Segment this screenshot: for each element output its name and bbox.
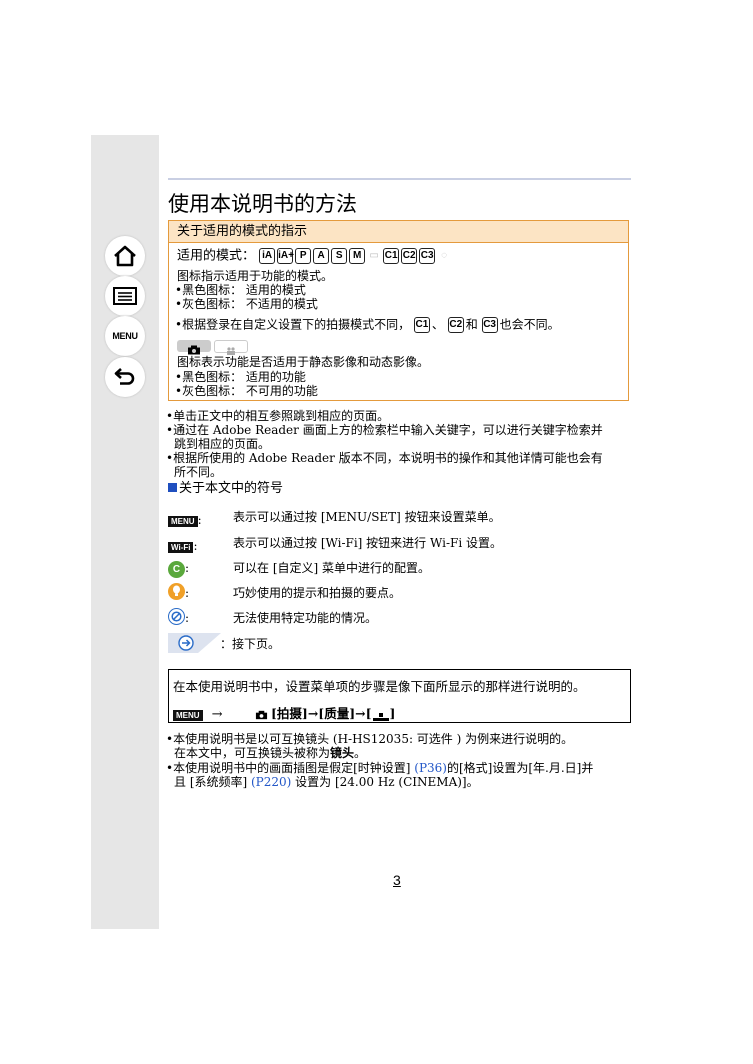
link-p36[interactable]: (P36): [414, 761, 447, 775]
c1-icon: C1: [413, 317, 430, 333]
mode-info-header: 关于适用的模式的指示: [169, 221, 628, 243]
function-grey-note: •灰色图标： 不可用的功能: [175, 384, 318, 398]
prohibited-icon: [168, 608, 185, 625]
mode-scene-icon: ◌: [441, 250, 448, 261]
menu-colon: :: [197, 513, 202, 527]
menu-tag: MENU: [168, 516, 198, 527]
wifi-symbol-row: Wi-Fi:: [168, 535, 198, 554]
note-1a: •本使用说明书是以可互换镜头 (H-HS12035: 可选件 ) 为例来进行说明…: [166, 732, 574, 746]
menu-button[interactable]: MENU: [105, 316, 145, 356]
menu-steps-box: 在本使用说明书中，设置菜单项的步骤是像下面所显示的那样进行说明的。 MENU →…: [168, 669, 631, 723]
steps-path-end: ]: [389, 706, 396, 721]
bullet-1: •单击正文中的相互参照跳到相应的页面。: [166, 409, 390, 423]
custom-note-end: 也会不同。: [499, 317, 560, 332]
mode-ia: iA: [259, 248, 276, 264]
tip-symbol-desc: 巧妙使用的提示和拍摄的要点。: [233, 586, 402, 600]
no-colon: :: [185, 611, 190, 625]
page-title: 使用本说明书的方法: [168, 192, 357, 216]
tip-symbol-row: :: [168, 582, 189, 601]
symbols-heading: 关于本文中的符号: [168, 481, 283, 497]
wifi-colon: :: [193, 539, 198, 553]
note-2a-tail: 的[格式]设置为[年.月.日]并: [446, 761, 594, 775]
mode-p: P: [295, 248, 312, 264]
custom-sep2: 和: [465, 317, 478, 332]
mode-movie-icon: ▭: [369, 250, 379, 261]
bullet-3a: •根据所使用的 Adobe Reader 版本不同，本说明书的操作和其他详情可能…: [166, 451, 603, 465]
custom-symbol-desc: 可以在 [自定义] 菜单中进行的配置。: [233, 561, 430, 575]
modes-row: 适用的模式： iA iA+ P A S M ▭ C1 C2 C3 ◌: [177, 248, 453, 265]
note-2b: 且 [系统频率] (P220) 设置为 [24.00 Hz (CINEMA)]。: [174, 775, 479, 789]
link-p220[interactable]: (P220): [251, 775, 291, 789]
mode-ia-plus: iA+: [277, 248, 294, 264]
quality-icon: [372, 710, 390, 721]
steps-path-text: [拍摄]→[质量]→[: [271, 706, 372, 721]
menu-steps-path: MENU →: [173, 703, 223, 722]
mode-desc: 图标指示适用于功能的模式。: [177, 269, 334, 283]
mode-m: M: [349, 248, 366, 264]
steps-arrow: →: [211, 707, 223, 722]
home-icon: [114, 245, 136, 267]
tip-colon: :: [185, 586, 190, 600]
mode-grey-note: •灰色图标： 不适用的模式: [175, 297, 318, 311]
home-button[interactable]: [105, 236, 145, 276]
steps-menu-path: [拍摄]→[质量]→[]: [255, 703, 395, 722]
contents-button[interactable]: [105, 276, 145, 316]
mode-black-note: •黑色图标： 适用的模式: [175, 283, 306, 297]
function-desc: 图标表示功能是否适用于静态影像和动态影像。: [177, 355, 430, 369]
mode-c3: C3: [419, 248, 436, 264]
lightbulb-icon: [168, 583, 185, 600]
no-symbol-desc: 无法使用特定功能的情况。: [233, 611, 378, 625]
menu-symbol-desc: 表示可以通过按 [MENU/SET] 按钮来设置菜单。: [233, 510, 501, 524]
note-2b-tail: 设置为 [24.00 Hz (CINEMA)]。: [291, 775, 479, 789]
menu-steps-text: 在本使用说明书中，设置菜单项的步骤是像下面所显示的那样进行说明的。: [173, 679, 586, 694]
bullet-3b: 所不同。: [174, 465, 223, 479]
custom-sep1: 、: [431, 317, 444, 332]
movie-indicator: [214, 340, 248, 355]
next-page-icon: [168, 633, 221, 653]
note-2b-text: 且 [系统频率]: [174, 775, 251, 789]
sidebar: MENU: [91, 135, 159, 929]
camera-icon: [188, 345, 200, 355]
bullet-2b: 跳到相应的页面。: [174, 437, 271, 451]
note-2a: •本使用说明书中的画面插图是假定[时钟设置] (P36)的[格式]设置为[年.月…: [166, 761, 593, 775]
function-black-note: •黑色图标： 适用的功能: [175, 370, 306, 384]
bullet-2a: •通过在 Adobe Reader 画面上方的检索栏中输入关键字，可以进行关键字…: [166, 423, 603, 437]
mode-c2: C2: [401, 248, 418, 264]
modes-label: 适用的模式：: [177, 248, 256, 264]
mode-s: S: [331, 248, 348, 264]
mode-a: A: [313, 248, 330, 264]
mode-c1: C1: [383, 248, 400, 264]
wifi-symbol-desc: 表示可以通过按 [Wi-Fi] 按钮来进行 Wi-Fi 设置。: [233, 536, 502, 550]
c3-icon: C3: [481, 317, 498, 333]
note-2a-text: •本使用说明书中的画面插图是假定[时钟设置]: [166, 761, 415, 775]
no-symbol-row: :: [168, 607, 189, 626]
next-page-desc: ：接下页。: [220, 637, 281, 651]
symbols-heading-text: 关于本文中的符号: [179, 481, 284, 496]
back-button[interactable]: [105, 357, 145, 397]
camera-icon: [255, 710, 268, 719]
header-rule: [168, 178, 631, 180]
square-bullet-icon: [168, 483, 177, 492]
menu-label: MENU: [112, 331, 138, 341]
mode-info-box: 关于适用的模式的指示 适用的模式： iA iA+ P A S M ▭ C1 C2 C3 ◌ 图标指示…: [168, 220, 629, 401]
c2-icon: C2: [447, 317, 464, 333]
note-1b: 在本文中，可互换镜头被称为镜头。: [174, 746, 366, 760]
note-1b-bold: 镜头: [330, 746, 355, 760]
wifi-tag: Wi-Fi: [168, 542, 194, 553]
steps-menu-tag: MENU: [173, 710, 203, 721]
custom-symbol-row: C:: [168, 557, 189, 578]
note-1b-pre: 在本文中，可互换镜头被称为: [174, 746, 331, 760]
page-number: 3: [393, 872, 401, 888]
custom-note-text: •根据登录在自定义设置下的拍摄模式不同，: [175, 317, 411, 332]
next-page-indicator: [168, 633, 221, 653]
custom-note: •根据登录在自定义设置下的拍摄模式不同， C1、 C2 和 C3 也会不同。: [175, 317, 560, 333]
still-image-indicator: [177, 340, 211, 355]
custom-menu-icon: C: [168, 561, 185, 578]
list-icon: [113, 287, 137, 305]
menu-symbol-row: MENU:: [168, 509, 202, 528]
custom-colon: :: [185, 561, 190, 575]
note-1b-post: 。: [354, 746, 367, 760]
back-arrow-icon: [114, 368, 135, 385]
